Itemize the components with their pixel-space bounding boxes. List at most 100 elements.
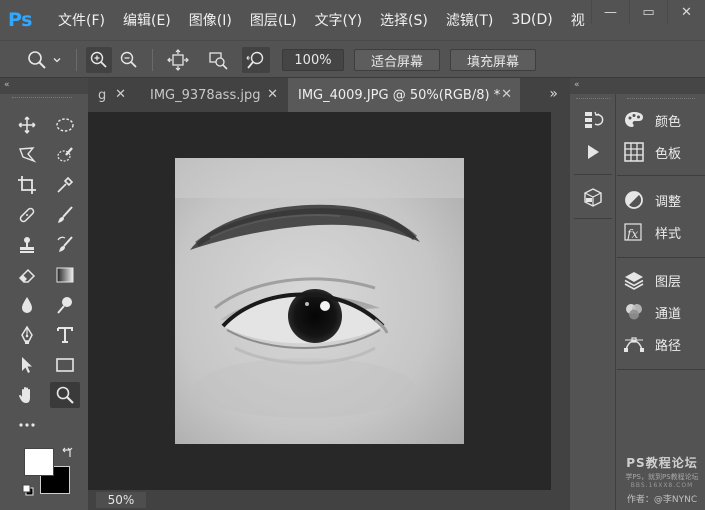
clone-stamp-tool[interactable] xyxy=(12,232,42,258)
pen-icon xyxy=(21,325,33,344)
chevron-down-icon xyxy=(53,58,61,63)
fit-screen-button[interactable]: 适合屏幕 xyxy=(354,49,440,71)
panel-button-channels[interactable]: 通道 xyxy=(623,298,705,326)
type-t-icon xyxy=(57,327,73,343)
panel-group-color: 颜色 色板 xyxy=(617,94,705,176)
path-selection-tool[interactable] xyxy=(12,352,42,378)
zoom-tool[interactable] xyxy=(50,382,80,408)
history-panel-button[interactable] xyxy=(578,106,608,134)
water-drop-icon xyxy=(22,297,32,313)
panel-button-styles[interactable]: fx 样式 xyxy=(623,218,705,246)
panel-button-color[interactable]: 颜色 xyxy=(623,106,705,134)
menu-type[interactable]: 文字(Y) xyxy=(315,10,362,30)
3d-panel-button[interactable] xyxy=(578,184,608,212)
brush-tool[interactable] xyxy=(50,202,80,228)
document-image-eye[interactable] xyxy=(175,158,464,444)
menu-select[interactable]: 选择(S) xyxy=(380,10,428,30)
scrubby-zoom-icon xyxy=(246,51,264,69)
eyedropper-tool[interactable] xyxy=(50,172,80,198)
options-separator xyxy=(76,49,77,71)
crop-icon xyxy=(18,176,36,194)
gradient-icon xyxy=(56,267,74,283)
zoom-in-button[interactable] xyxy=(86,47,112,73)
tab-img-9378ass[interactable]: IMG_9378ass.jpg ✕ xyxy=(140,78,286,112)
close-icon[interactable]: ✕ xyxy=(115,87,126,102)
hand-tool[interactable] xyxy=(12,382,42,408)
history-icon xyxy=(585,111,604,128)
window-controls: — ▭ ✕ xyxy=(591,0,705,24)
options-separator xyxy=(152,49,153,71)
zoom-out-button[interactable] xyxy=(116,47,142,73)
rectangle-tool[interactable] xyxy=(50,352,80,378)
edit-toolbar-button[interactable] xyxy=(12,412,42,438)
resize-windows-button[interactable] xyxy=(164,47,192,73)
healing-brush-tool[interactable] xyxy=(12,202,42,228)
history-brush-tool[interactable] xyxy=(50,232,80,258)
toolbar-grip[interactable] xyxy=(12,97,72,100)
tab-label: g xyxy=(98,87,107,103)
move-icon xyxy=(18,116,36,134)
zoom-out-icon xyxy=(120,51,137,68)
panel-button-layers[interactable]: 图层 xyxy=(623,266,705,294)
swap-colors-icon[interactable] xyxy=(60,446,74,460)
marquee-tool[interactable] xyxy=(50,112,80,138)
zoom-status-field[interactable]: 50% xyxy=(96,492,146,508)
document-tab-bar: g ✕ IMG_9378ass.jpg ✕ IMG_4009.JPG @ 50%… xyxy=(88,78,570,112)
close-icon[interactable]: ✕ xyxy=(267,87,278,102)
move-tool[interactable] xyxy=(12,112,42,138)
gradient-tool[interactable] xyxy=(50,262,80,288)
blur-tool[interactable] xyxy=(12,292,42,318)
panel-button-paths[interactable]: 路径 xyxy=(623,330,705,358)
zoom-all-windows-icon xyxy=(209,52,228,70)
panel-group-layers: 图层 通道 路径 xyxy=(617,260,705,370)
scrubby-zoom-button[interactable] xyxy=(242,47,270,73)
crop-tool[interactable] xyxy=(12,172,42,198)
canvas-workspace[interactable] xyxy=(88,112,551,490)
stamp-icon xyxy=(20,237,34,253)
quick-selection-tool[interactable] xyxy=(50,142,80,168)
minimize-button[interactable]: — xyxy=(591,0,629,24)
lasso-tool[interactable] xyxy=(12,142,42,168)
palette-icon xyxy=(625,112,643,127)
menu-image[interactable]: 图像(I) xyxy=(189,10,232,30)
eraser-tool[interactable] xyxy=(12,262,42,288)
tab-overflow-button[interactable]: » xyxy=(549,86,558,102)
toolbar-header[interactable]: « xyxy=(0,78,88,94)
pen-tool[interactable] xyxy=(12,322,42,348)
strip-separator xyxy=(574,174,612,175)
panel-label-swatches: 色板 xyxy=(655,146,682,162)
foreground-color-swatch[interactable] xyxy=(24,448,54,476)
menu-3d[interactable]: 3D(D) xyxy=(511,12,552,28)
panel-label-channels: 通道 xyxy=(655,306,682,322)
tool-preset-picker[interactable] xyxy=(22,47,66,73)
zoom-level-field[interactable]: 100% xyxy=(282,49,344,71)
menu-edit[interactable]: 编辑(E) xyxy=(123,10,171,30)
tab-img-4009-active[interactable]: IMG_4009.JPG @ 50%(RGB/8) * ✕ xyxy=(288,78,520,112)
menu-filter[interactable]: 滤镜(T) xyxy=(446,10,493,30)
strip-grip[interactable] xyxy=(576,98,610,101)
type-tool[interactable] xyxy=(50,322,80,348)
fill-screen-button[interactable]: 填充屏幕 xyxy=(450,49,536,71)
tab-document-partial[interactable]: g ✕ xyxy=(88,78,134,112)
menu-file[interactable]: 文件(F) xyxy=(58,10,105,30)
panel-button-adjustments[interactable]: 调整 xyxy=(623,186,705,214)
menu-layer[interactable]: 图层(L) xyxy=(250,10,297,30)
zoom-all-windows-button[interactable] xyxy=(204,47,232,73)
close-icon[interactable]: ✕ xyxy=(501,87,512,102)
tab-label: IMG_4009.JPG @ 50%(RGB/8) * xyxy=(298,87,501,103)
close-window-button[interactable]: ✕ xyxy=(667,0,705,24)
default-colors-icon[interactable] xyxy=(22,484,34,496)
menu-view[interactable]: 视 xyxy=(571,10,585,30)
bandage-icon xyxy=(19,207,35,223)
hand-icon xyxy=(19,387,30,403)
watermark-author: 作者：@李NYNC xyxy=(626,495,698,505)
channels-icon xyxy=(626,304,642,320)
watermark-subtitle: 学PS，就到PS教程论坛 xyxy=(625,473,699,481)
tab-label: IMG_9378ass.jpg xyxy=(150,87,261,103)
dodge-tool[interactable] xyxy=(50,292,80,318)
restore-button[interactable]: ▭ xyxy=(629,0,667,24)
vertical-scrollbar[interactable] xyxy=(551,112,570,490)
dock-header[interactable]: « xyxy=(570,78,705,94)
actions-panel-button[interactable] xyxy=(578,138,608,166)
panel-button-swatches[interactable]: 色板 xyxy=(623,138,705,166)
